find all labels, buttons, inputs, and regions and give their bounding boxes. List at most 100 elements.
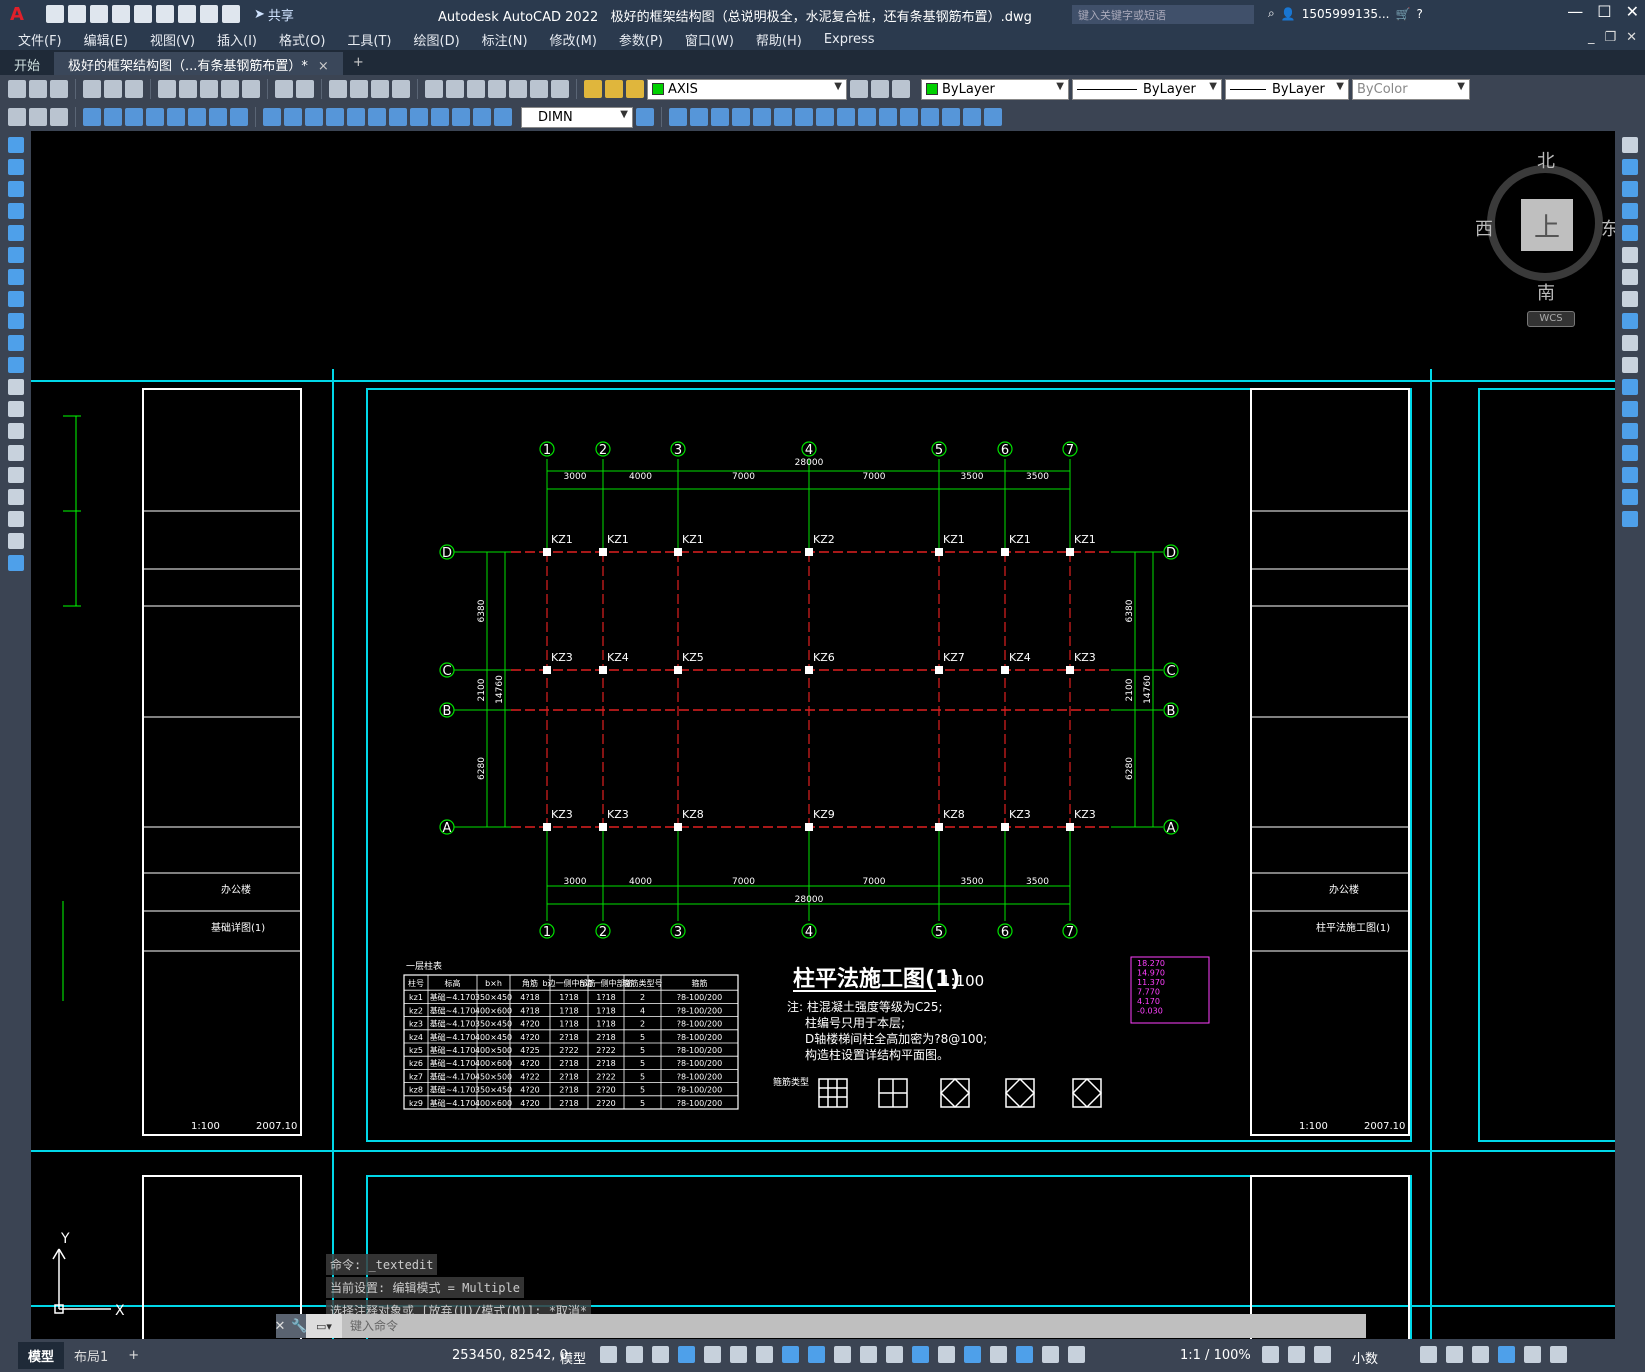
compass-east[interactable]: 东	[1601, 215, 1615, 241]
selection-cycling-icon[interactable]	[886, 1346, 903, 1363]
construction-line-icon[interactable]	[7, 159, 24, 175]
move-icon[interactable]	[774, 108, 792, 126]
rectangle-icon[interactable]	[7, 225, 24, 241]
object-snap-icon[interactable]	[808, 1346, 825, 1363]
quick-properties-icon[interactable]	[1420, 1346, 1437, 1363]
layer-on-icon[interactable]	[584, 80, 602, 98]
mtext-icon[interactable]	[7, 533, 24, 549]
menu-view[interactable]: 视图(V)	[150, 30, 195, 49]
viewcube-top-face[interactable]: 上	[1521, 199, 1573, 251]
rotate-icon[interactable]	[795, 108, 813, 126]
save-web-icon[interactable]	[156, 5, 174, 23]
zoom-window-icon[interactable]	[371, 80, 389, 98]
color-dropdown[interactable]: ByLayer ▼	[921, 78, 1069, 100]
blend-curves-icon[interactable]	[1622, 489, 1638, 505]
point-icon[interactable]	[7, 423, 24, 439]
match-properties-icon[interactable]	[221, 80, 239, 98]
annotation-visibility-icon[interactable]	[1016, 1346, 1033, 1363]
menu-format[interactable]: 格式(O)	[279, 30, 325, 49]
polygon-icon[interactable]	[7, 203, 24, 219]
scale-icon[interactable]	[816, 108, 834, 126]
fillet-icon[interactable]	[1622, 467, 1638, 483]
jogged-linear-icon[interactable]	[431, 108, 449, 126]
doc-restore-icon[interactable]: ❐	[1604, 30, 1616, 45]
move-icon[interactable]	[1622, 247, 1638, 263]
dim-space-icon[interactable]	[326, 108, 344, 126]
angular-dim-icon[interactable]	[230, 108, 248, 126]
copy-icon[interactable]	[1622, 159, 1638, 175]
zoom-realtime-icon[interactable]	[350, 80, 368, 98]
wcs-menu[interactable]: WCS	[1527, 311, 1575, 327]
dim-text-edit-icon[interactable]	[473, 108, 491, 126]
layer-lock-icon[interactable]	[626, 80, 644, 98]
new-tab-button[interactable]: +	[343, 52, 374, 75]
break-at-point-icon[interactable]	[1622, 379, 1638, 395]
menu-dimension[interactable]: 标注(N)	[482, 30, 528, 49]
drawing-canvas[interactable]: 办公楼 基础详图(1) 1:100 2007.10 办公楼 柱平法施工图(1) …	[31, 131, 1615, 1339]
maximize-icon[interactable]: ☐	[1597, 2, 1611, 21]
model-space-button[interactable]: 模型	[560, 1348, 586, 1367]
insert-block-icon[interactable]	[7, 379, 24, 395]
mirror-icon[interactable]	[711, 108, 729, 126]
auto-scale-icon[interactable]	[1042, 1346, 1059, 1363]
ortho-icon[interactable]	[704, 1346, 721, 1363]
3d-osnap-icon[interactable]	[912, 1346, 929, 1363]
rotate-icon[interactable]	[1622, 269, 1638, 285]
array-icon[interactable]	[753, 108, 771, 126]
user-area[interactable]: ⌕ 👤 1505999135... 🛒 ?	[1268, 6, 1423, 21]
make-current-icon[interactable]	[871, 80, 889, 98]
layer-previous-icon[interactable]	[892, 80, 910, 98]
copy-icon[interactable]	[179, 80, 197, 98]
isodraft-icon[interactable]	[756, 1346, 773, 1363]
save-icon[interactable]	[50, 80, 68, 98]
diameter-dim-icon[interactable]	[209, 108, 227, 126]
selection-filter-icon[interactable]	[964, 1346, 981, 1363]
calculator-icon[interactable]	[530, 80, 548, 98]
markup-icon[interactable]	[509, 80, 527, 98]
hatch-icon[interactable]	[7, 445, 24, 461]
infer-icon[interactable]	[652, 1346, 669, 1363]
zoom-previous-icon[interactable]	[392, 80, 410, 98]
tolerance-icon[interactable]	[368, 108, 386, 126]
graphics-performance-icon[interactable]	[1498, 1346, 1515, 1363]
dim-edit-icon[interactable]	[452, 108, 470, 126]
annotation-scale-dropdown[interactable]: 1:1 / 100%	[1180, 1348, 1251, 1363]
extend-icon[interactable]	[879, 108, 897, 126]
close-icon[interactable]: ✕	[274, 1319, 285, 1334]
offset-icon[interactable]	[732, 108, 750, 126]
help-icon[interactable]: ?	[1416, 7, 1422, 21]
add-selected-icon[interactable]	[7, 555, 24, 571]
save-icon[interactable]	[90, 5, 108, 23]
annotation-scale-icon[interactable]	[1068, 1346, 1085, 1363]
transparency-icon[interactable]	[860, 1346, 877, 1363]
menu-window[interactable]: 窗口(W)	[685, 30, 734, 49]
clean-screen-icon[interactable]	[1524, 1346, 1541, 1363]
command-input[interactable]: 键入命令	[342, 1314, 1366, 1338]
table-icon[interactable]	[7, 511, 24, 527]
close-icon[interactable]: ✕	[1626, 2, 1639, 21]
dim-style-icon[interactable]	[636, 108, 654, 126]
menu-parametric[interactable]: 参数(P)	[619, 30, 663, 49]
redo-icon[interactable]	[296, 80, 314, 98]
plotstyle-dropdown[interactable]: ByColor ▼	[1352, 78, 1470, 100]
undo-icon[interactable]	[200, 5, 218, 23]
coordinates-readout[interactable]: 253450, 82542, 0	[452, 1348, 568, 1363]
properties-icon[interactable]	[425, 80, 443, 98]
copy-object-icon[interactable]	[690, 108, 708, 126]
gear-icon[interactable]	[1262, 1346, 1279, 1363]
layer-freeze-icon[interactable]	[605, 80, 623, 98]
polar-icon[interactable]	[730, 1346, 747, 1363]
dynamic-input-icon[interactable]	[678, 1346, 695, 1363]
viewcube[interactable]: 上 北 南 东 西 WCS	[1467, 143, 1615, 327]
search-icon[interactable]: ⌕	[1268, 6, 1275, 21]
stretch-icon[interactable]	[1622, 313, 1638, 329]
minimize-icon[interactable]: —	[1567, 2, 1583, 21]
circle-icon[interactable]	[7, 269, 24, 285]
redo-icon[interactable]	[222, 5, 240, 23]
isolate-objects-icon[interactable]	[1472, 1346, 1489, 1363]
tab-layout1[interactable]: 布局1	[64, 1342, 118, 1369]
search-input[interactable]: 键入关键字或短语	[1072, 5, 1254, 24]
quick-dim-icon[interactable]	[263, 108, 281, 126]
center-mark-icon[interactable]	[389, 108, 407, 126]
menu-file[interactable]: 文件(F)	[18, 30, 62, 49]
